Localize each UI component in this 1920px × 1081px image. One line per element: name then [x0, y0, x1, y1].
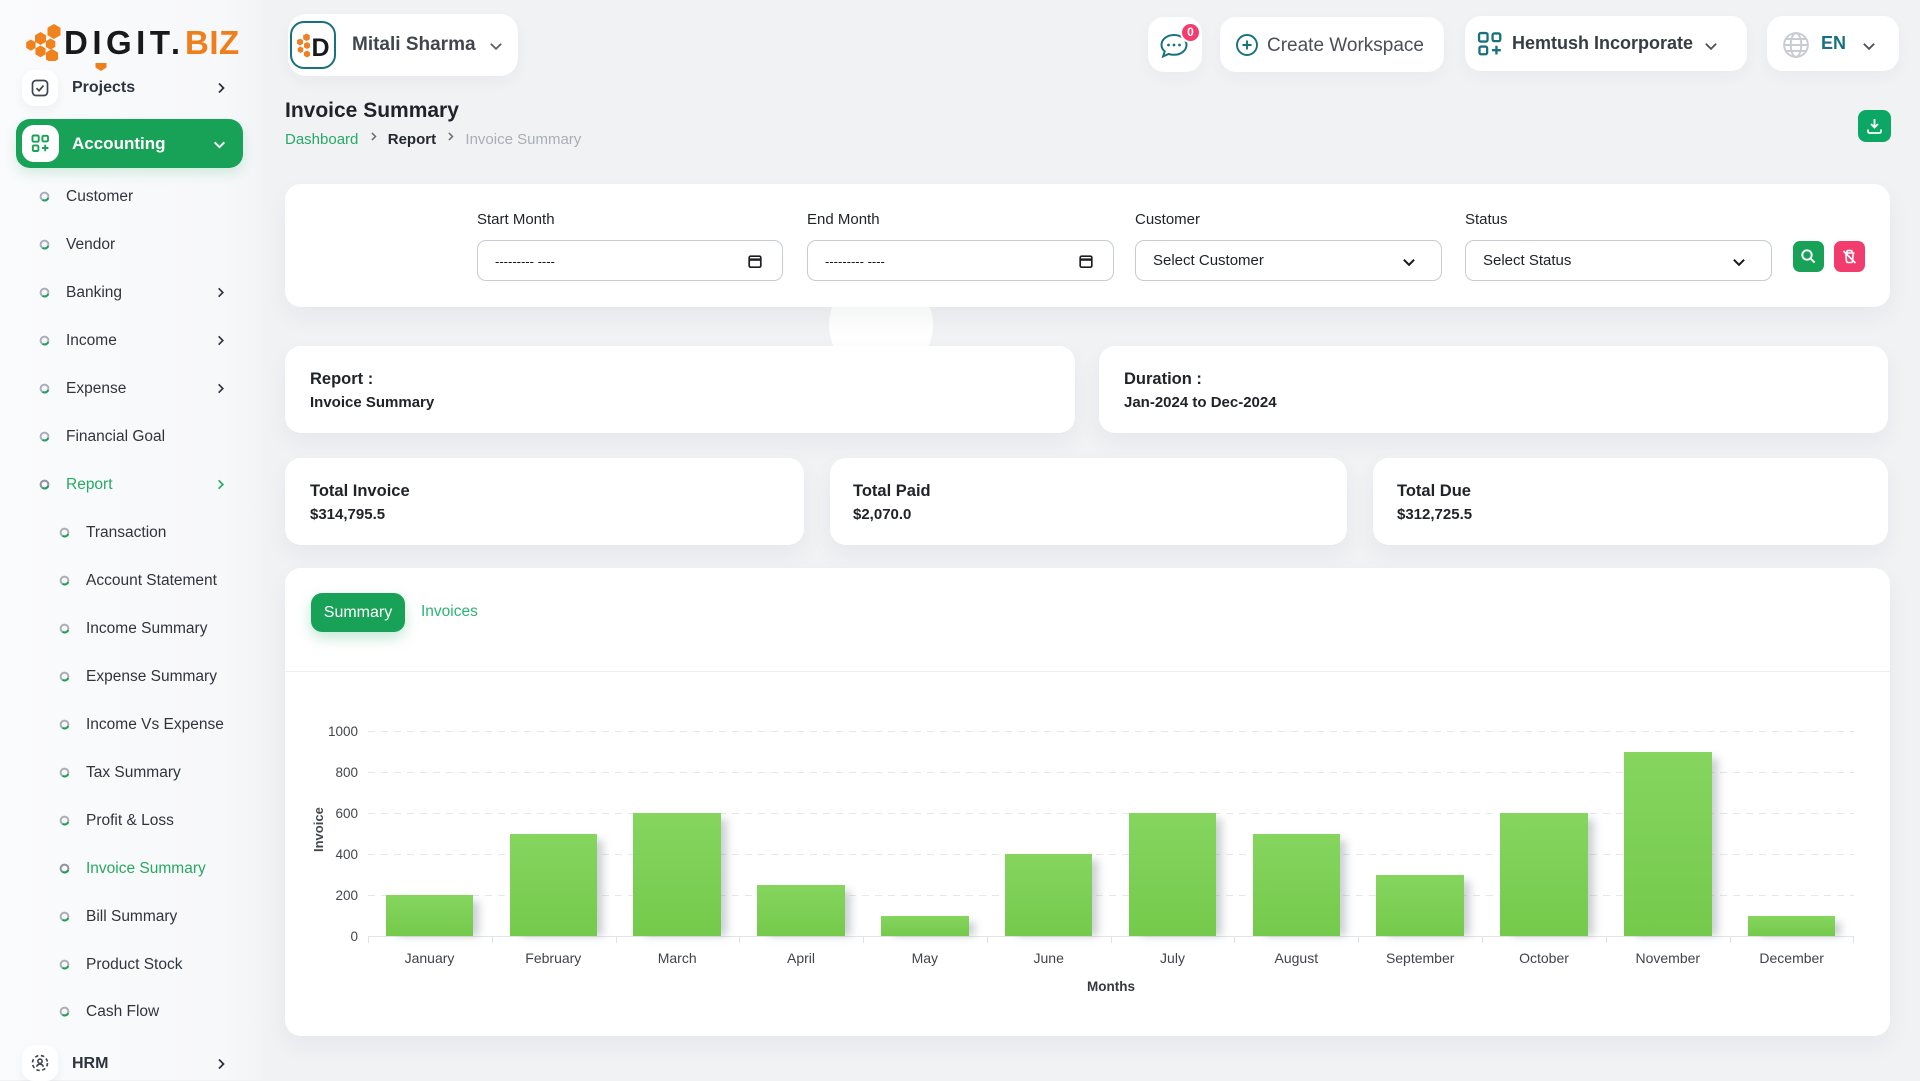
svg-text:D: D [312, 34, 330, 59]
svg-text:DIGIT.: DIGIT. [64, 24, 185, 61]
svg-text:BIZ: BIZ [185, 24, 240, 61]
